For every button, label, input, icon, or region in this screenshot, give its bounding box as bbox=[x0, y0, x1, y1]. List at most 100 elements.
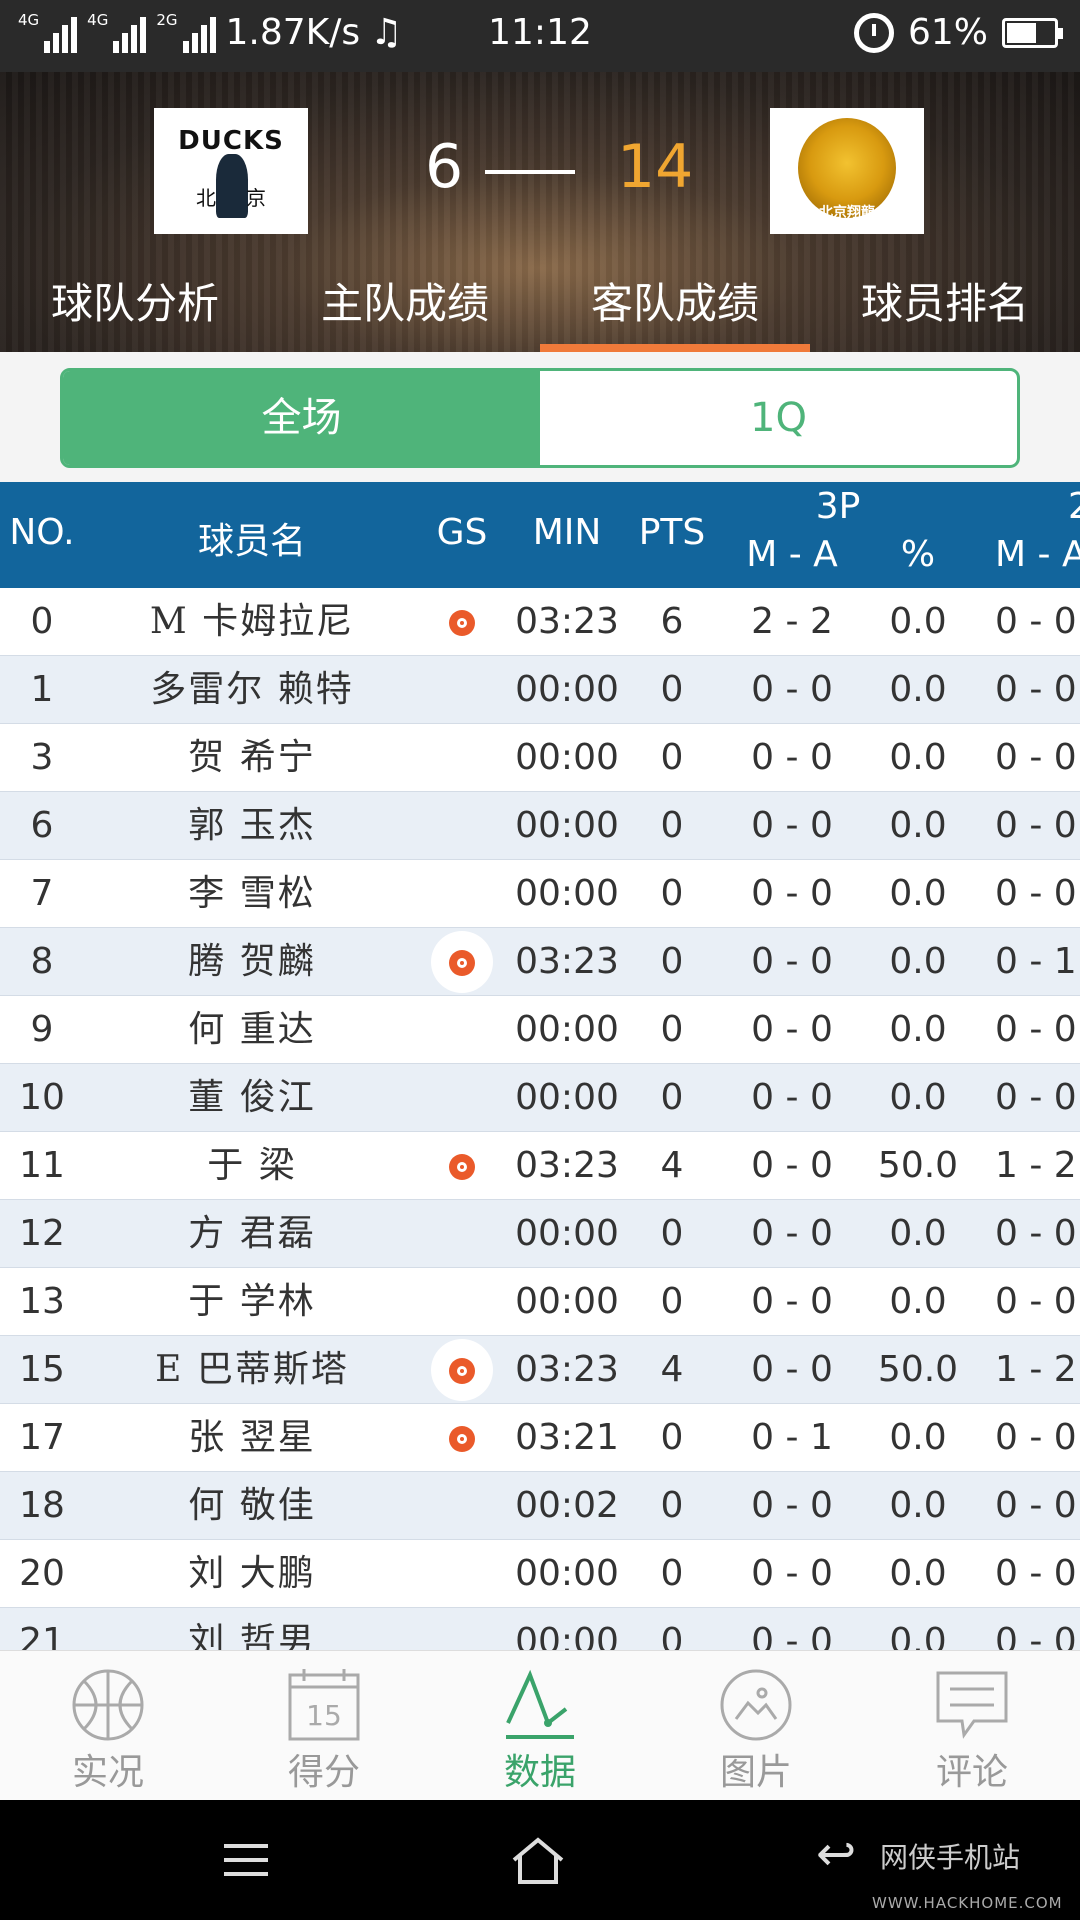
points: 4 bbox=[660, 1349, 684, 1390]
stats-table-body[interactable]: 0M 卡姆拉尼 03:23 6 2 - 2 0.0 0 - 0 1 多雷尔 赖特 00:00 0 0… bbox=[0, 588, 1080, 1650]
player-number: 21 bbox=[19, 1621, 65, 1650]
table-row[interactable]: 1 多雷尔 赖特 00:00 0 0 - 0 0.0 0 - 0 bbox=[0, 656, 1080, 724]
bottom-nav: 实况 15 得分 数据 图片 评论 bbox=[0, 1650, 1080, 1800]
segment-1q[interactable]: 1Q bbox=[540, 371, 1017, 465]
nav-score[interactable]: 15 得分 bbox=[216, 1651, 432, 1800]
table-row[interactable]: 13 于 学林 00:00 0 0 - 0 0.0 0 - 0 bbox=[0, 1268, 1080, 1336]
minutes: 00:00 bbox=[515, 1077, 619, 1118]
player-number: 6 bbox=[30, 805, 54, 846]
home-icon[interactable] bbox=[510, 1836, 566, 1886]
minutes: 00:00 bbox=[515, 873, 619, 914]
col-pts[interactable]: PTS bbox=[630, 512, 714, 553]
two-made-attempted: 0 - 0 bbox=[995, 1009, 1077, 1050]
two-made-attempted: 0 - 0 bbox=[995, 1553, 1077, 1594]
calendar-day: 15 bbox=[306, 1699, 342, 1732]
table-row[interactable]: 12 方 君磊 00:00 0 0 - 0 0.0 0 - 0 bbox=[0, 1200, 1080, 1268]
starter-cell bbox=[430, 1132, 494, 1200]
chart-line-icon bbox=[506, 1669, 574, 1739]
player-number: 17 bbox=[19, 1417, 65, 1458]
points: 0 bbox=[660, 1213, 684, 1254]
nav-comments[interactable]: 评论 bbox=[864, 1651, 1080, 1800]
table-row[interactable]: 21 刘 哲男 00:00 0 0 - 0 0.0 0 - 0 bbox=[0, 1608, 1080, 1650]
two-made-attempted: 0 - 1 bbox=[995, 941, 1077, 982]
starter-cell bbox=[430, 1268, 494, 1336]
table-row[interactable]: 10 董 俊江 00:00 0 0 - 0 0.0 0 - 0 bbox=[0, 1064, 1080, 1132]
table-row[interactable]: 18 何 敬佳 00:02 0 0 - 0 0.0 0 - 0 bbox=[0, 1472, 1080, 1540]
col-no[interactable]: NO. bbox=[0, 512, 84, 553]
table-row[interactable]: 17 张 翌星 03:21 0 0 - 1 0.0 0 - 0 bbox=[0, 1404, 1080, 1472]
three-made-attempted: 0 - 0 bbox=[751, 873, 833, 914]
table-row[interactable]: 8 腾 贺麟 03:23 0 0 - 0 0.0 0 - 1 bbox=[0, 928, 1080, 996]
player-name: 李 雪松 bbox=[188, 873, 316, 914]
col-3p-ma[interactable]: M - A bbox=[740, 534, 844, 575]
image-icon bbox=[720, 1669, 792, 1741]
player-name: 方 君磊 bbox=[188, 1213, 316, 1254]
points: 0 bbox=[660, 669, 684, 710]
starter-cell bbox=[430, 1404, 494, 1472]
minutes: 00:00 bbox=[515, 805, 619, 846]
starter-icon bbox=[449, 610, 475, 636]
back-icon[interactable]: ↩ bbox=[816, 1826, 856, 1882]
three-percent: 0.0 bbox=[889, 1213, 947, 1254]
minutes: 03:23 bbox=[515, 1145, 619, 1186]
player-number: 9 bbox=[30, 1009, 54, 1050]
col-gs[interactable]: GS bbox=[430, 512, 494, 553]
col-group-3p[interactable]: 3P bbox=[808, 486, 868, 527]
home-logo-text: DUCKS bbox=[178, 126, 284, 156]
player-number: 13 bbox=[19, 1281, 65, 1322]
starter-cell bbox=[430, 860, 494, 928]
battery-icon bbox=[1002, 17, 1063, 48]
segment-full-game[interactable]: 全场 bbox=[63, 371, 540, 465]
player-number: 3 bbox=[30, 737, 54, 778]
three-percent: 0.0 bbox=[889, 1281, 947, 1322]
table-row[interactable]: 9 何 重达 00:00 0 0 - 0 0.0 0 - 0 bbox=[0, 996, 1080, 1064]
nav-photos[interactable]: 图片 bbox=[648, 1651, 864, 1800]
starter-cell bbox=[430, 1472, 494, 1540]
col-name[interactable]: 球员名 bbox=[130, 512, 374, 564]
stats-tabs: 球队分析 主队成绩 客队成绩 球员排名 bbox=[0, 272, 1080, 352]
table-row[interactable]: 11 于 梁 03:23 4 0 - 0 50.0 1 - 2 bbox=[0, 1132, 1080, 1200]
table-row[interactable]: 7 李 雪松 00:00 0 0 - 0 0.0 0 - 0 bbox=[0, 860, 1080, 928]
two-made-attempted: 1 - 2 bbox=[995, 1349, 1077, 1390]
col-2p-ma[interactable]: M - A bbox=[995, 534, 1080, 575]
table-row[interactable]: 20 刘 大鹏 00:00 0 0 - 0 0.0 0 - 0 bbox=[0, 1540, 1080, 1608]
points: 0 bbox=[660, 1621, 684, 1650]
tab-player-ranking[interactable]: 球员排名 bbox=[810, 272, 1080, 352]
points: 0 bbox=[660, 1281, 684, 1322]
nav-live[interactable]: 实况 bbox=[0, 1651, 216, 1800]
starter-highlight bbox=[431, 1339, 493, 1401]
nav-score-label: 得分 bbox=[287, 1752, 360, 1793]
tab-team-analysis[interactable]: 球队分析 bbox=[0, 272, 270, 352]
two-made-attempted: 0 - 0 bbox=[995, 1281, 1077, 1322]
col-group-2p[interactable]: 2 bbox=[1068, 486, 1080, 527]
three-made-attempted: 0 - 0 bbox=[751, 1485, 833, 1526]
starter-cell bbox=[430, 588, 494, 656]
three-percent: 0.0 bbox=[889, 873, 947, 914]
home-team-logo[interactable]: DUCKS 北京 bbox=[154, 108, 308, 234]
player-name: 多雷尔 赖特 bbox=[150, 669, 354, 710]
points: 0 bbox=[660, 941, 684, 982]
three-percent: 0.0 bbox=[889, 1417, 947, 1458]
tab-away-stats[interactable]: 客队成绩 bbox=[540, 272, 810, 352]
points: 6 bbox=[660, 601, 684, 642]
col-min[interactable]: MIN bbox=[507, 512, 627, 553]
watermark-url: WWW.HACKHOME.COM bbox=[872, 1894, 1063, 1912]
player-number: 7 bbox=[30, 873, 54, 914]
basketball-icon bbox=[72, 1669, 144, 1741]
starter-cell bbox=[430, 724, 494, 792]
points: 0 bbox=[660, 1077, 684, 1118]
minutes: 00:00 bbox=[515, 1009, 619, 1050]
table-row[interactable]: 3 贺 希宁 00:00 0 0 - 0 0.0 0 - 0 bbox=[0, 724, 1080, 792]
col-3p-pct[interactable]: % bbox=[868, 534, 968, 575]
nav-data[interactable]: 数据 bbox=[432, 1651, 648, 1800]
tab-home-stats[interactable]: 主队成绩 bbox=[270, 272, 540, 352]
table-row[interactable]: 15 E 巴蒂斯塔 03:23 4 0 - 0 50.0 1 - 2 bbox=[0, 1336, 1080, 1404]
away-team-logo[interactable]: 北京翔龍 bbox=[770, 108, 924, 234]
table-row[interactable]: 0 M 卡姆拉尼 03:23 6 2 - 2 0.0 0 - 0 bbox=[0, 588, 1080, 656]
table-row[interactable]: 6 郭 玉杰 00:00 0 0 - 0 0.0 0 - 0 bbox=[0, 792, 1080, 860]
three-made-attempted: 0 - 1 bbox=[751, 1417, 833, 1458]
three-percent: 0.0 bbox=[889, 737, 947, 778]
player-number: 1 bbox=[30, 669, 54, 710]
three-made-attempted: 0 - 0 bbox=[751, 1145, 833, 1186]
menu-icon[interactable] bbox=[224, 1844, 268, 1886]
